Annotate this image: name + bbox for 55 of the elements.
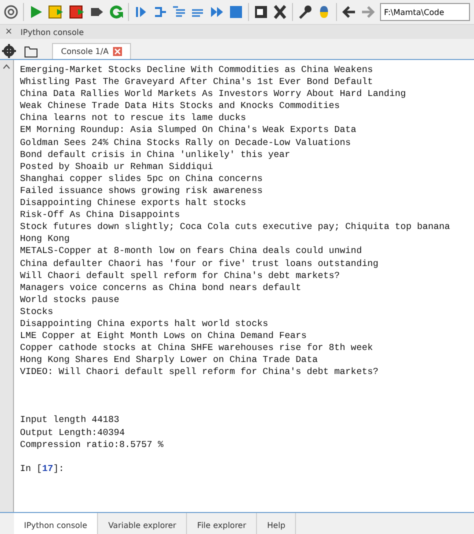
close-icon[interactable]	[112, 47, 122, 56]
wrench-icon[interactable]	[298, 4, 312, 20]
output-line: Output Length:40394	[20, 426, 126, 439]
output-line: Disappointing China exports halt world stocks	[20, 318, 270, 330]
output-line: Copper cathode stocks at China SHFE warehouses rise for 8th week	[20, 342, 374, 354]
output-line: Emerging-Market Stocks Decline With Commodities as China Weakens	[20, 64, 374, 76]
forward-arrow-icon[interactable]	[361, 4, 375, 20]
output-line: METALS-Copper at 8-month low on fears China deals could unwind	[20, 245, 363, 258]
run-icon[interactable]	[29, 4, 43, 20]
pane-tab[interactable]: IPython console	[14, 513, 98, 534]
output-line: Weak Chinese Trade Data Hits Stocks and Knocks Commodities	[20, 100, 341, 112]
output-line: Failed issuance shows growing risk awareness	[20, 184, 264, 198]
output-line: China Data Rallies World Markets As Investors Worry About Hard Landing	[20, 88, 407, 100]
console-tab[interactable]: Console 1/A	[52, 43, 131, 59]
output-line: EM Morning Roundup: Asia Slumped On China's Weak Exports Data	[20, 124, 358, 137]
output-line: Risk-Off As China Disappoints	[20, 209, 181, 222]
output-line: Bond default crisis in China 'unlikely' this year	[20, 148, 292, 161]
output-line: Shanghai copper slides 5pc on China concerns	[20, 172, 264, 185]
stop-icon[interactable]	[229, 4, 243, 20]
python-icon[interactable]	[317, 4, 331, 20]
maximize-icon[interactable]	[254, 4, 268, 20]
output-line: Managers voice concerns as China bond nears default	[20, 282, 302, 294]
output-line: Will Chaori default spell reform for China's debt markets?	[20, 270, 341, 282]
back-arrow-icon[interactable]	[342, 4, 356, 20]
step-into-icon[interactable]	[172, 4, 186, 20]
output-line: Goldman Sees 24% China Stocks Rally on Decade-Low Valuations	[20, 136, 352, 149]
caret-icon[interactable]	[3, 64, 10, 69]
output-line: Compression ratio:8.5757 %	[20, 438, 164, 451]
run-cell-icon[interactable]	[48, 4, 64, 20]
run-cell-advance-icon[interactable]	[69, 4, 85, 20]
step-icon[interactable]	[153, 4, 167, 20]
rerun-icon[interactable]	[109, 4, 123, 20]
pane-tab[interactable]: Help	[257, 513, 296, 534]
output-line: LME Copper at Eight Month Lows on China Demand Fears	[20, 330, 308, 342]
input-prompt: In [17]:	[20, 462, 66, 475]
output-line: Hong Kong	[20, 233, 71, 246]
output-line: Posted by Shoaib ur Rehman Siddiqui	[20, 160, 214, 173]
output-line: China defaulter Chaori has 'four or five' trust loans outstanding	[20, 258, 380, 270]
output-line: World stocks pause	[20, 294, 120, 306]
debug-icon[interactable]	[134, 4, 148, 20]
output-line: Hong Kong Shares End Sharply Lower on China Trade Data	[20, 354, 319, 366]
output-line: Stock futures down slightly; Coca Cola cuts executive pay; Chiquita top banana	[20, 221, 452, 234]
output-line: Disappointing Chinese exports halt stocks	[20, 197, 248, 210]
output-line: VIDEO: Will Chaori default spell reform for China's debt markets?	[20, 366, 380, 378]
output-line: Input length 44183	[20, 414, 120, 427]
continue-icon[interactable]	[210, 4, 224, 20]
pane-title: IPython console	[20, 28, 84, 36]
output-line: Stocks	[20, 306, 54, 318]
pane-tab[interactable]: File explorer	[187, 513, 258, 534]
close-icon[interactable]: ×	[5, 27, 13, 37]
output-line: China learns not to rescue its lame ducks	[20, 112, 248, 124]
fullscreen-icon[interactable]	[273, 4, 287, 20]
output-line: Whistling Past The Graveyard After China's 1st Ever Bond Default	[20, 76, 374, 88]
path-field[interactable]: F:\Mamta\Code	[380, 3, 470, 21]
pane-tab[interactable]: Variable explorer	[98, 513, 188, 534]
